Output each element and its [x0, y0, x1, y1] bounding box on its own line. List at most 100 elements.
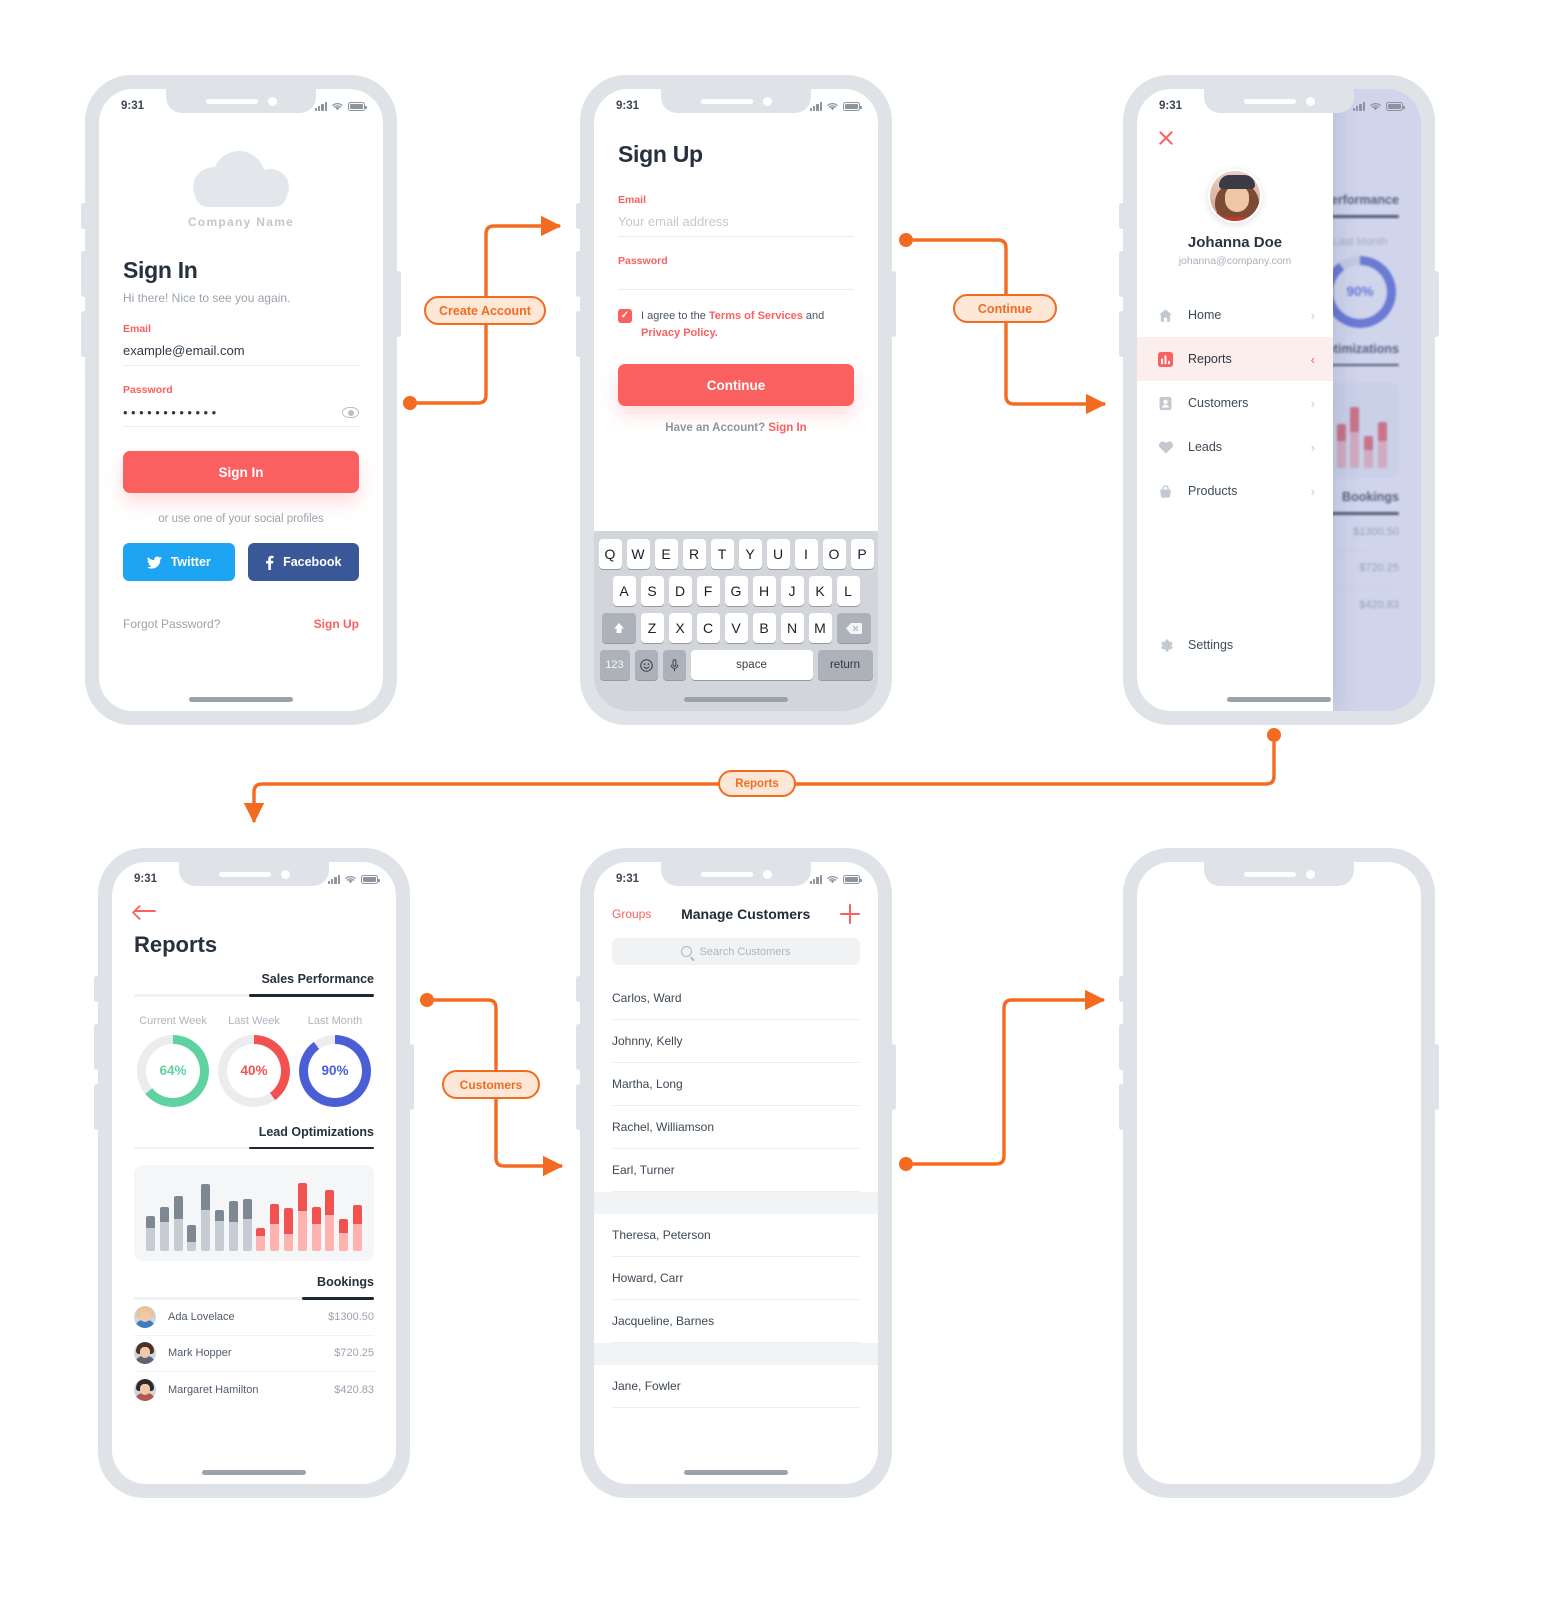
phone-power-button[interactable] [409, 1044, 414, 1110]
key-u[interactable]: U [766, 539, 790, 569]
sidebar-item-home[interactable]: Home › [1137, 293, 1333, 337]
key-g[interactable]: G [724, 576, 748, 606]
phone-power-button[interactable] [396, 271, 401, 337]
key-d[interactable]: D [668, 576, 692, 606]
signin-button[interactable]: Sign In [123, 451, 359, 493]
phone-volume-down-button[interactable] [81, 311, 86, 357]
tab-sales-performance[interactable]: Sales Performance [134, 972, 374, 997]
booking-row[interactable]: Ada Lovelace $1300.50 [134, 1300, 374, 1336]
close-icon[interactable] [1157, 129, 1175, 147]
sidebar-item-products[interactable]: Products › [1137, 469, 1333, 513]
key-z[interactable]: Z [640, 613, 664, 643]
tab-lead-optimizations[interactable]: Lead Optimizations [134, 1125, 374, 1149]
customer-row[interactable]: Howard, Carr [612, 1257, 860, 1300]
phone-power-button[interactable] [1434, 1044, 1439, 1110]
phone-power-button[interactable] [1434, 271, 1439, 337]
customer-row[interactable]: Rachel, Williamson [612, 1106, 860, 1149]
key-x[interactable]: X [668, 613, 692, 643]
twitter-button[interactable]: Twitter [123, 543, 235, 581]
key-l[interactable]: L [836, 576, 860, 606]
phone-volume-up-button[interactable] [1119, 251, 1124, 297]
backspace-icon[interactable] [836, 613, 871, 643]
tab-bookings[interactable]: Bookings [134, 1275, 374, 1300]
flow-label-reports[interactable]: Reports [718, 770, 796, 797]
flow-label-customers[interactable]: Customers [442, 1070, 540, 1099]
eye-icon[interactable] [342, 407, 359, 418]
phone-volume-up-button[interactable] [1119, 1024, 1124, 1070]
phone-mute-button[interactable] [94, 976, 99, 1002]
phone-volume-down-button[interactable] [576, 311, 581, 357]
customer-row[interactable]: Theresa, Peterson [612, 1214, 860, 1257]
booking-row[interactable]: Mark Hopper $720.25 [134, 1336, 374, 1372]
password-input[interactable] [618, 267, 854, 289]
phone-power-button[interactable] [891, 271, 896, 337]
key-t[interactable]: T [710, 539, 734, 569]
key-h[interactable]: H [752, 576, 776, 606]
return-key[interactable]: return [817, 650, 873, 680]
key-r[interactable]: R [682, 539, 706, 569]
signup-link[interactable]: Sign Up [314, 617, 359, 631]
customer-row[interactable]: Martha, Long [612, 1063, 860, 1106]
key-q[interactable]: Q [598, 539, 622, 569]
phone-mute-button[interactable] [81, 203, 86, 229]
continue-button[interactable]: Continue [618, 364, 854, 407]
privacy-link[interactable]: Privacy Policy. [641, 327, 718, 339]
groups-button[interactable]: Groups [612, 907, 651, 921]
phone-mute-button[interactable] [576, 203, 581, 229]
customer-row[interactable]: Jacqueline, Barnes [612, 1300, 860, 1343]
phone-volume-down-button[interactable] [1119, 1084, 1124, 1130]
key-f[interactable]: F [696, 576, 720, 606]
booking-row[interactable]: Margaret Hamilton $420.83 [134, 1372, 374, 1408]
key-i[interactable]: I [794, 539, 818, 569]
microphone-icon[interactable] [662, 650, 686, 680]
flow-label-create-account[interactable]: Create Account [424, 296, 546, 325]
space-key[interactable]: space [690, 650, 813, 680]
password-input[interactable]: •••••••••••• [123, 405, 220, 420]
shift-icon[interactable] [601, 613, 636, 643]
key-e[interactable]: E [654, 539, 678, 569]
key-w[interactable]: W [626, 539, 650, 569]
key-o[interactable]: O [822, 539, 846, 569]
phone-volume-down-button[interactable] [1119, 311, 1124, 357]
phone-volume-up-button[interactable] [94, 1024, 99, 1070]
phone-volume-up-button[interactable] [81, 251, 86, 297]
sidebar-item-reports[interactable]: Reports ‹ [1137, 337, 1333, 381]
sidebar-item-leads[interactable]: Leads › [1137, 425, 1333, 469]
phone-mute-button[interactable] [576, 976, 581, 1002]
phone-volume-up-button[interactable] [576, 251, 581, 297]
key-b[interactable]: B [752, 613, 776, 643]
key-j[interactable]: J [780, 576, 804, 606]
phone-volume-up-button[interactable] [576, 1024, 581, 1070]
customer-row[interactable]: Johnny, Kelly [612, 1020, 860, 1063]
customer-row[interactable]: Jane, Fowler [612, 1365, 860, 1408]
terms-checkbox[interactable]: ✓ [618, 309, 632, 323]
sidebar-item-customers[interactable]: Customers › [1137, 381, 1333, 425]
emoji-icon[interactable] [634, 650, 658, 680]
key-c[interactable]: C [696, 613, 720, 643]
avatar[interactable] [1208, 169, 1262, 223]
email-input[interactable]: Your email address [618, 206, 854, 236]
key-a[interactable]: A [612, 576, 636, 606]
phone-volume-down-button[interactable] [94, 1084, 99, 1130]
key-v[interactable]: V [724, 613, 748, 643]
search-input[interactable]: Search Customers [612, 938, 860, 965]
back-arrow-icon[interactable] [134, 904, 156, 918]
key-s[interactable]: S [640, 576, 664, 606]
plus-icon[interactable] [839, 904, 860, 924]
key-k[interactable]: K [808, 576, 832, 606]
key-n[interactable]: N [780, 613, 804, 643]
email-input[interactable]: example@email.com [123, 335, 359, 365]
flow-label-continue[interactable]: Continue [953, 294, 1057, 323]
facebook-button[interactable]: Facebook [247, 543, 359, 581]
sidebar-item-settings[interactable]: Settings [1137, 623, 1333, 667]
signin-link[interactable]: Sign In [768, 422, 806, 434]
customer-row[interactable]: Earl, Turner [612, 1149, 860, 1192]
phone-power-button[interactable] [891, 1044, 896, 1110]
customer-row[interactable]: Carlos, Ward [612, 977, 860, 1020]
terms-link[interactable]: Terms of Services [709, 310, 803, 322]
key-p[interactable]: P [850, 539, 874, 569]
phone-mute-button[interactable] [1119, 976, 1124, 1002]
numbers-key[interactable]: 123 [599, 650, 630, 680]
forgot-password-link[interactable]: Forgot Password? [123, 617, 220, 631]
phone-mute-button[interactable] [1119, 203, 1124, 229]
